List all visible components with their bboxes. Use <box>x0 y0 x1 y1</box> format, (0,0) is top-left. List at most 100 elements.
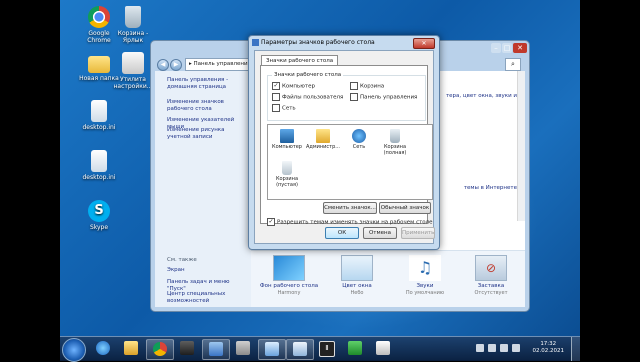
link-ease-of-access[interactable]: Центр специальных возможностей <box>167 291 249 305</box>
forward-button[interactable]: ▶ <box>170 59 182 71</box>
checkbox-box[interactable] <box>272 93 280 101</box>
taskbar-app-2[interactable] <box>230 339 256 358</box>
language-tray-icon[interactable] <box>512 344 520 352</box>
network-tray-icon[interactable] <box>488 344 496 352</box>
link-change-desktop-icons[interactable]: Изменение значков рабочего стола <box>167 99 249 113</box>
taskbar-chrome[interactable] <box>146 339 174 360</box>
dialog-close-button[interactable]: ✕ <box>413 38 435 49</box>
volume-tray-icon[interactable] <box>500 344 508 352</box>
media-player-icon <box>180 341 194 355</box>
window-color-icon <box>341 255 373 281</box>
checkbox-label: Сеть <box>282 105 296 112</box>
desktop-icon-settings-dialog: Параметры значков рабочего стола ✕ Значк… <box>248 35 440 250</box>
taskbar-explorer[interactable] <box>118 339 144 358</box>
chrome-icon <box>88 6 110 28</box>
theme-item-screensaver[interactable]: ⊘ Заставка Отсутствует <box>459 255 523 297</box>
dialog-title: Параметры значков рабочего стола <box>261 39 375 46</box>
tab-pane: Значки рабочего стола ✓ Компьютер Корзина… <box>260 65 433 226</box>
wallpaper-icon <box>273 255 305 281</box>
checkbox-box[interactable]: ✓ <box>267 218 275 226</box>
control-panel-icon <box>265 342 279 356</box>
checkbox-label: Разрешить темам изменять значки на рабоч… <box>277 219 433 226</box>
start-button[interactable] <box>62 338 86 362</box>
group-label: Значки рабочего стола <box>272 72 344 78</box>
taskbar-dialog[interactable] <box>286 339 314 360</box>
icon-item-recycle-bin-full[interactable]: Корзина (полная) <box>378 129 412 156</box>
recycle-bin-empty-icon <box>282 161 292 175</box>
checkbox-box[interactable] <box>350 93 358 101</box>
taskbar-app-4[interactable] <box>342 339 368 358</box>
checkbox-box[interactable] <box>272 104 280 112</box>
main-description-text: тера, цвет окна, звуки и <box>445 93 517 99</box>
theme-item-value: Harmony <box>277 290 301 296</box>
chrome-icon <box>153 342 167 356</box>
desktop-icons-group: Значки рабочего стола ✓ Компьютер Корзина… <box>267 72 426 121</box>
desktop-icon-label: desktop.ini <box>82 174 116 181</box>
checkbox-label: Файлы пользователя <box>282 94 344 101</box>
icon-item-computer[interactable]: Компьютер <box>270 129 304 150</box>
settings-file-icon <box>91 150 107 172</box>
folder-icon <box>124 341 138 355</box>
checkbox-label: Корзина <box>360 83 385 90</box>
back-button[interactable]: ◀ <box>157 59 169 71</box>
desktop-icon-label: Skype <box>89 224 109 231</box>
checkbox-control-panel[interactable]: Панель управления <box>350 93 417 101</box>
icon-item-network[interactable]: Сеть <box>342 129 376 150</box>
scrollbar[interactable] <box>517 71 525 221</box>
icon-item-label: Корзина (пустая) <box>275 176 299 188</box>
icon-item-label: Корзина (полная) <box>383 144 407 156</box>
left-pane: Панель управления - домашняя страница Из… <box>155 71 251 307</box>
theme-item-wallpaper[interactable]: Фон рабочего стола Harmony <box>257 255 321 297</box>
checkbox-box[interactable]: ✓ <box>272 82 280 90</box>
theme-item-value: Небо <box>350 290 364 296</box>
checkbox-computer[interactable]: ✓ Компьютер <box>272 82 315 90</box>
tray-arrow-icon[interactable] <box>476 344 484 352</box>
desktop-icon-desktop-ini-2[interactable]: desktop.ini <box>76 150 122 181</box>
taskbar-app-5[interactable] <box>370 339 396 358</box>
screensaver-icon: ⊘ <box>475 255 507 281</box>
see-also-heading: См. также <box>167 257 197 263</box>
icon-item-recycle-bin-empty[interactable]: Корзина (пустая) <box>270 161 304 188</box>
theme-item-label: Цвет окна <box>342 283 372 289</box>
taskbar-ie[interactable] <box>90 339 116 358</box>
ok-button[interactable]: ОК <box>325 227 359 239</box>
apply-button[interactable]: Применить <box>401 227 435 239</box>
link-change-account-picture[interactable]: Изменение рисунка учетной записи <box>167 127 249 141</box>
icon-item-label: Администр... <box>306 144 341 150</box>
theme-item-label: Фон рабочего стола <box>259 283 319 289</box>
icon-list: Компьютер Администр... Сеть Корзина (пол… <box>267 124 433 200</box>
change-icon-button[interactable]: Сменить значок... <box>323 202 377 214</box>
link-control-panel-home[interactable]: Панель управления - домашняя страница <box>167 77 249 91</box>
theme-item-label: Заставка <box>477 283 505 289</box>
search-icon[interactable]: ⌕ <box>505 58 521 71</box>
taskbar-media[interactable] <box>174 339 200 358</box>
checkbox-box[interactable] <box>350 82 358 90</box>
desktop-icon-skype[interactable]: S Skype <box>76 200 122 231</box>
clock[interactable]: 17:32 02.02.2021 <box>533 341 565 355</box>
online-themes-link[interactable]: темы в Интернете <box>464 185 517 191</box>
computer-icon <box>280 129 294 143</box>
checkbox-network[interactable]: Сеть <box>272 104 296 112</box>
icon-item-label: Компьютер <box>272 144 302 150</box>
link-display[interactable]: Экран <box>167 267 249 274</box>
app-icon <box>348 341 362 355</box>
theme-item-value: Отсутствует <box>474 290 508 296</box>
desktop-icon-desktop-ini-1[interactable]: desktop.ini <box>76 100 122 131</box>
checkbox-allow-themes[interactable]: ✓ Разрешить темам изменять значки на рабо… <box>267 218 433 226</box>
show-desktop-button[interactable] <box>571 337 580 361</box>
checkbox-recycle-bin[interactable]: Корзина <box>350 82 384 90</box>
theme-item-sounds[interactable]: ♫ Звуки По умолчанию <box>393 255 457 297</box>
cancel-button[interactable]: Отмена <box>363 227 397 239</box>
dialog-app-icon <box>252 39 259 46</box>
checkbox-user-files[interactable]: Файлы пользователя <box>272 93 343 101</box>
theme-item-window-color[interactable]: Цвет окна Небо <box>325 255 389 297</box>
default-icon-button[interactable]: Обычный значок <box>379 202 431 214</box>
sounds-icon: ♫ <box>409 255 441 281</box>
taskbar-app-3[interactable]: Ⅱ <box>314 339 340 358</box>
icon-item-user-folder[interactable]: Администр... <box>306 129 340 150</box>
taskbar-control-panel[interactable] <box>258 339 286 360</box>
desktop-icon-label: desktop.ini <box>82 124 116 131</box>
desktop-icon-recycle-bin-shortcut[interactable]: Корзина - Ярлык <box>110 6 156 44</box>
network-icon <box>352 129 366 143</box>
taskbar-app-1[interactable] <box>202 339 230 360</box>
